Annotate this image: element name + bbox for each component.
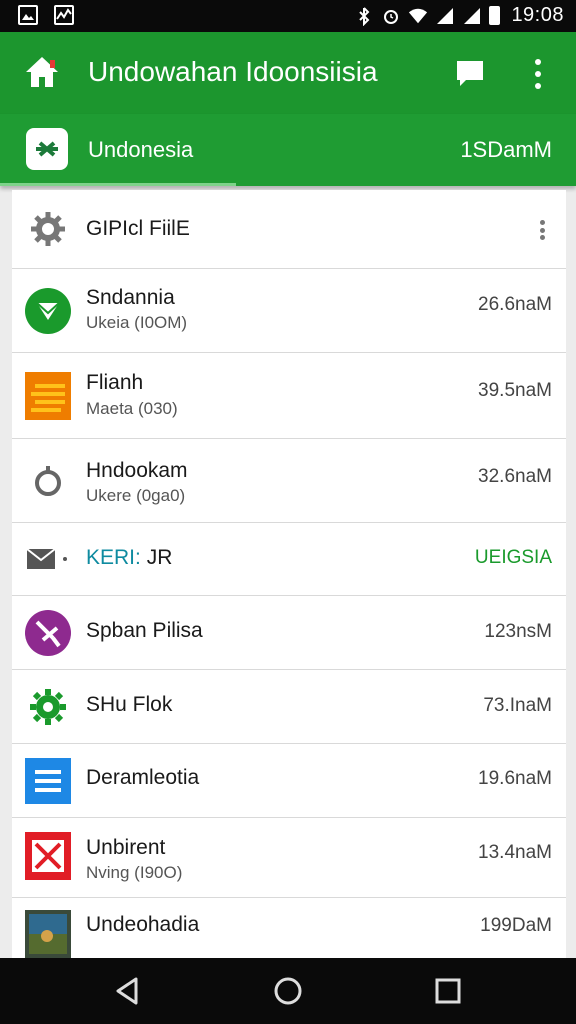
item-size: 32.6naM bbox=[478, 466, 552, 487]
item-title: Deramleotia bbox=[86, 766, 200, 789]
chat-icon[interactable] bbox=[454, 58, 486, 90]
header-more-icon[interactable] bbox=[540, 220, 546, 240]
photo-thumb-icon bbox=[24, 910, 72, 958]
list-item[interactable]: Sndannia Ukeia (I0OM) 26.6naM bbox=[12, 269, 566, 353]
alarm-icon bbox=[384, 9, 399, 24]
home-nav-icon[interactable] bbox=[272, 975, 304, 1007]
list-header-row[interactable]: GIPIcl FiilE bbox=[12, 190, 566, 269]
settings-gear-icon bbox=[24, 205, 72, 253]
battery-icon bbox=[489, 6, 501, 25]
item-size: 13.4naM bbox=[478, 842, 552, 863]
wifi-icon bbox=[409, 8, 428, 23]
item-title: Hndookam bbox=[86, 459, 188, 482]
item-title-text: JR bbox=[146, 546, 173, 569]
list-item[interactable]: Undeohadia 199DaM bbox=[12, 898, 566, 958]
item-subtitle: Nving (I90O) bbox=[86, 863, 183, 882]
orange-stripes-icon bbox=[24, 372, 72, 420]
item-title: KERI: JR bbox=[86, 546, 172, 570]
gallery-notification-icon bbox=[18, 5, 38, 25]
tab-indicator bbox=[0, 183, 236, 186]
item-title: Flianh bbox=[86, 371, 144, 394]
list-item[interactable]: Spban Pilisa 123nsM bbox=[12, 596, 566, 670]
item-subtitle: Ukere (0ga0) bbox=[86, 486, 186, 505]
back-icon[interactable] bbox=[112, 975, 144, 1007]
category-icon bbox=[26, 128, 68, 170]
purple-pin-icon bbox=[24, 609, 72, 657]
item-size: 19.6naM bbox=[478, 768, 552, 789]
app-title: Undowahan Idoonsiisia bbox=[88, 56, 378, 87]
item-title: Spban Pilisa bbox=[86, 619, 203, 642]
navigation-bar bbox=[0, 958, 576, 1024]
bluetooth-icon bbox=[359, 6, 370, 26]
selected-category-bar[interactable]: Undonesia 1SDamM bbox=[0, 114, 576, 186]
item-status: UEIGSIA bbox=[474, 547, 552, 568]
item-subtitle: Ukeia (I0OM) bbox=[86, 313, 188, 332]
item-title: Sndannia bbox=[86, 286, 175, 309]
list-header-title: GIPIcl FiilE bbox=[86, 217, 190, 240]
list-item[interactable]: Unbirent Nving (I90O) 13.4naM bbox=[12, 818, 566, 898]
item-title: SHu Flok bbox=[86, 693, 173, 716]
more-options-icon[interactable] bbox=[526, 56, 550, 92]
item-title-accent: KERI: bbox=[86, 546, 141, 569]
green-gear-icon bbox=[24, 683, 72, 731]
list-item[interactable]: Deramleotia 19.6naM bbox=[12, 744, 566, 818]
ring-icon bbox=[24, 457, 72, 505]
category-size: 1SDamM bbox=[460, 137, 552, 162]
envelope-icon bbox=[24, 535, 72, 583]
list-item[interactable]: Hndookam Ukere (0ga0) 32.6naM bbox=[12, 439, 566, 523]
signal-secondary-icon bbox=[464, 7, 481, 24]
list-item[interactable]: Flianh Maeta (030) 39.5naM bbox=[12, 353, 566, 439]
status-bar: 19:08 bbox=[0, 0, 576, 32]
menu-doc-icon bbox=[24, 757, 72, 805]
item-size: 39.5naM bbox=[478, 380, 552, 401]
list-item[interactable]: SHu Flok 73.InaM bbox=[12, 670, 566, 744]
item-title: Unbirent bbox=[86, 836, 166, 859]
item-size: 199DaM bbox=[480, 915, 552, 936]
category-title: Undonesia bbox=[88, 137, 194, 162]
item-subtitle: Maeta (030) bbox=[86, 399, 178, 418]
item-size: 123nsM bbox=[484, 621, 552, 642]
chart-notification-icon bbox=[54, 5, 74, 25]
app-bar: Undowahan Idoonsiisia bbox=[0, 32, 576, 114]
recents-icon[interactable] bbox=[432, 975, 464, 1007]
item-title: Undeohadia bbox=[86, 913, 200, 936]
item-size: 73.InaM bbox=[483, 695, 552, 716]
list-item[interactable]: KERI: JR UEIGSIA bbox=[12, 523, 566, 596]
app-list: GIPIcl FiilE Sndannia Ukeia (I0OM) 26.6n… bbox=[12, 190, 566, 958]
home-icon[interactable] bbox=[22, 52, 62, 92]
check-circle-icon bbox=[24, 287, 72, 335]
signal-icon bbox=[437, 7, 454, 24]
status-time: 19:08 bbox=[511, 4, 564, 26]
item-size: 26.6naM bbox=[478, 294, 552, 315]
red-x-icon bbox=[24, 832, 72, 880]
